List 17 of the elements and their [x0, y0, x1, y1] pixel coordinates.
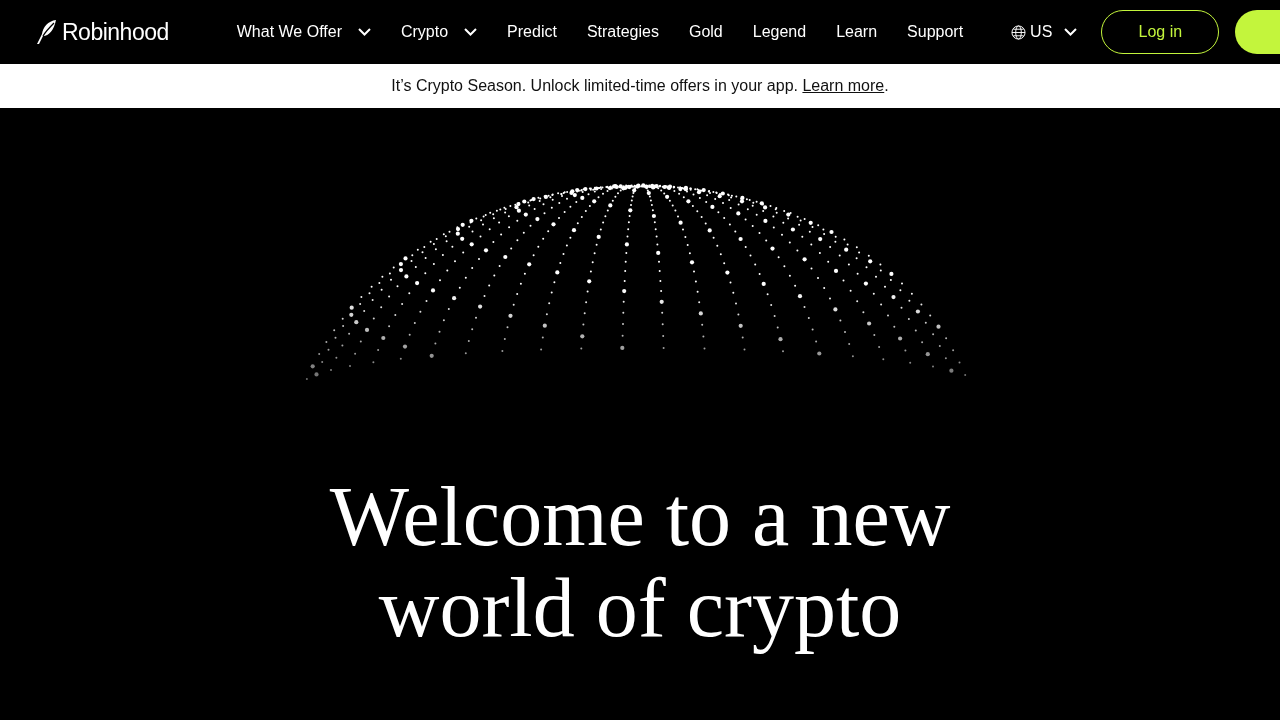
nav-menu-item[interactable]: Crypto	[401, 20, 478, 44]
chevron-down-icon	[1064, 28, 1078, 36]
hero-heading: Welcome to a new world of crypto	[329, 472, 951, 654]
promo-text: It’s Crypto Season. Unlock limited-time offers in your app. Learn more.	[391, 76, 889, 96]
learn-more-link[interactable]: Learn more	[802, 77, 885, 94]
nav-menu-item[interactable]: Gold	[688, 20, 723, 44]
nav-menu-item[interactable]: Strategies	[586, 20, 659, 44]
nav-menu-item[interactable]: Learn	[836, 20, 878, 44]
globe-icon	[1011, 24, 1027, 40]
nav-menu-item[interactable]: Predict	[507, 20, 557, 44]
nav-menu-item[interactable]: What We Offer	[236, 20, 371, 44]
nav-menu-item[interactable]: Support	[907, 20, 964, 44]
robinhood-logo[interactable]: Robinhood	[36, 14, 169, 50]
nav-menu-item[interactable]: Legend	[752, 20, 807, 44]
feather-icon	[36, 19, 58, 45]
logo-text: Robinhood	[62, 17, 169, 47]
region-selector[interactable]: US	[1011, 20, 1078, 44]
